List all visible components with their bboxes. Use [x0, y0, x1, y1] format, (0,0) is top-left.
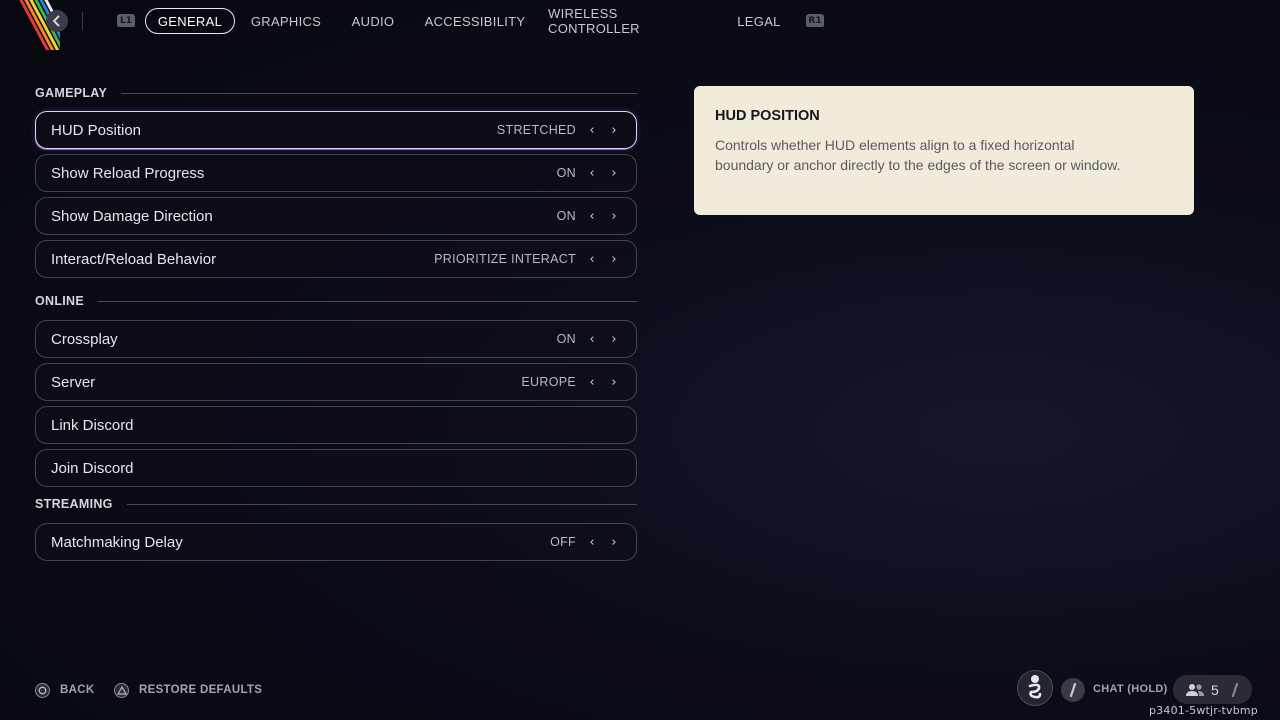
chevron-left-icon[interactable]: ‹ [586, 535, 598, 550]
r1-bumper-icon: R1 [806, 14, 824, 27]
chevron-right-icon[interactable]: › [608, 166, 620, 181]
setting-label: HUD Position [51, 121, 142, 139]
section-gameplay: GAMEPLAY [35, 85, 637, 101]
party-count: 5 [1211, 681, 1219, 698]
setting-value: ON [556, 166, 576, 180]
mic-icon [1069, 683, 1077, 697]
chevron-right-icon[interactable]: › [608, 209, 620, 224]
tab-legal[interactable]: LEGAL [730, 8, 788, 34]
build-id: p3401-5wtjr-tvbmp [1148, 704, 1258, 717]
chevron-left-icon[interactable]: ‹ [586, 209, 598, 224]
triangle-button-icon [114, 682, 129, 698]
back-nav-button[interactable] [46, 10, 68, 32]
tab-general[interactable]: GENERAL [145, 8, 235, 34]
setting-show-reload-progress[interactable]: Show Reload Progress ON ‹ › [35, 154, 637, 192]
chevron-right-icon[interactable]: › [608, 332, 620, 347]
restore-defaults-button[interactable]: RESTORE DEFAULTS [114, 681, 262, 699]
chevron-left-icon[interactable]: ‹ [586, 252, 598, 267]
chevron-left-icon[interactable]: ‹ [586, 332, 598, 347]
setting-value: EUROPE [521, 375, 576, 389]
setting-server[interactable]: Server EUROPE ‹ › [35, 363, 637, 401]
setting-crossplay[interactable]: Crossplay ON ‹ › [35, 320, 637, 358]
section-title: STREAMING [35, 497, 113, 511]
setting-interact-reload-behavior[interactable]: Interact/Reload Behavior PRIORITIZE INTE… [35, 240, 637, 278]
section-online: ONLINE [35, 293, 637, 309]
chevron-right-icon[interactable]: › [608, 123, 620, 138]
setting-join-discord[interactable]: Join Discord [35, 449, 637, 487]
setting-value: PRIORITIZE INTERACT [434, 252, 576, 266]
description-title: HUD POSITION [715, 108, 820, 124]
setting-label: Join Discord [51, 459, 134, 477]
chevron-right-icon[interactable]: › [608, 252, 620, 267]
mic-muted-icon [1231, 682, 1238, 697]
setting-label: Crossplay [51, 330, 118, 348]
setting-hud-position[interactable]: HUD Position STRETCHED ‹ › [35, 111, 637, 149]
top-nav: L1 GENERAL GRAPHICS AUDIO ACCESSIBILITY … [0, 6, 1280, 36]
chevron-left-icon[interactable]: ‹ [586, 166, 598, 181]
circle-button-icon [35, 682, 50, 698]
section-title: GAMEPLAY [35, 86, 108, 100]
tab-audio[interactable]: AUDIO [344, 8, 402, 34]
party-indicator[interactable]: 5 [1173, 675, 1252, 704]
snake-emblem-icon [1028, 675, 1042, 699]
setting-description-panel: HUD POSITION Controls whether HUD elemen… [694, 86, 1194, 215]
tab-wireless-controller[interactable]: WIRELESS CONTROLLER [548, 6, 713, 36]
setting-link-discord[interactable]: Link Discord [35, 406, 637, 444]
section-divider [121, 92, 637, 94]
chat-button[interactable] [1061, 678, 1085, 702]
tab-accessibility[interactable]: ACCESSIBILITY [419, 8, 531, 34]
chevron-left-icon [52, 15, 60, 27]
setting-matchmaking-delay[interactable]: Matchmaking Delay OFF ‹ › [35, 523, 637, 561]
setting-label: Show Damage Direction [51, 207, 213, 225]
setting-value: ON [556, 332, 576, 346]
player-avatar[interactable] [1017, 670, 1053, 706]
party-members-icon [1186, 683, 1204, 696]
setting-label: Matchmaking Delay [51, 533, 183, 551]
chevron-left-icon[interactable]: ‹ [586, 123, 598, 138]
l1-bumper-icon: L1 [117, 14, 135, 27]
setting-value: ON [556, 209, 576, 223]
chevron-left-icon[interactable]: ‹ [586, 375, 598, 390]
setting-label: Link Discord [51, 416, 134, 434]
description-body: Controls whether HUD elements align to a… [715, 137, 1121, 173]
setting-value: OFF [550, 535, 576, 549]
setting-label: Server [51, 373, 96, 391]
tab-graphics[interactable]: GRAPHICS [244, 8, 328, 34]
setting-label: Show Reload Progress [51, 164, 205, 182]
restore-defaults-label: RESTORE DEFAULTS [139, 684, 263, 696]
back-label: BACK [60, 684, 95, 696]
section-title: ONLINE [35, 294, 85, 308]
section-divider [98, 300, 637, 302]
setting-label: Interact/Reload Behavior [51, 250, 217, 268]
section-streaming: STREAMING [35, 496, 637, 512]
section-divider [126, 503, 637, 505]
chevron-right-icon[interactable]: › [608, 375, 620, 390]
nav-divider [82, 12, 83, 30]
setting-value: STRETCHED [496, 123, 576, 137]
chat-label: CHAT (HOLD) [1093, 683, 1168, 695]
back-button[interactable]: BACK [35, 681, 94, 699]
setting-show-damage-direction[interactable]: Show Damage Direction ON ‹ › [35, 197, 637, 235]
chevron-right-icon[interactable]: › [608, 535, 620, 550]
